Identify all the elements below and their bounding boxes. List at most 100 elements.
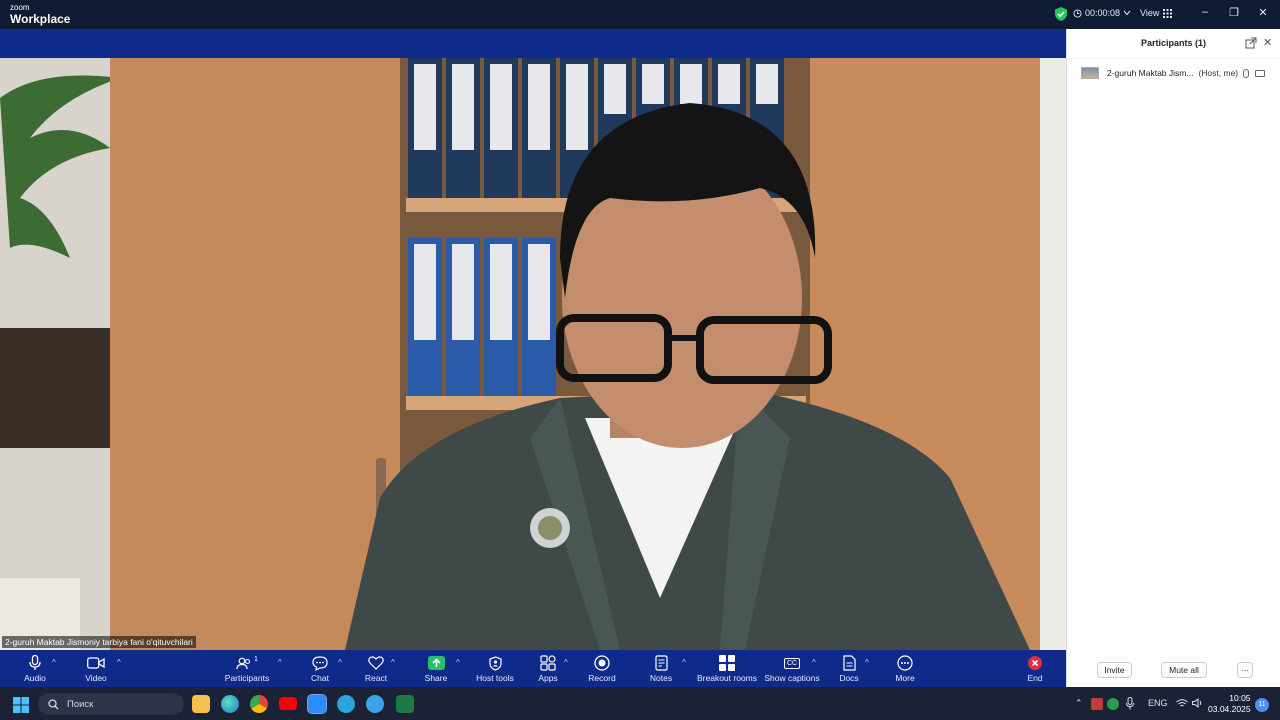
video-options-caret[interactable]: ^ xyxy=(117,658,121,667)
react-button[interactable]: React xyxy=(362,650,390,687)
end-meeting-button[interactable]: End xyxy=(1022,650,1048,687)
chat-options-caret[interactable]: ^ xyxy=(338,658,342,667)
timer-value: 00:00:08 xyxy=(1085,8,1121,18)
windows-taskbar: Поиск ⌃ ENG 10:05 03.04.2025 11 xyxy=(0,687,1280,720)
popout-icon[interactable] xyxy=(1245,37,1257,49)
breakout-rooms-label: Breakout rooms xyxy=(697,673,757,683)
video-button[interactable]: Video xyxy=(80,650,112,687)
tray-app-icon[interactable] xyxy=(1091,698,1103,710)
tray-overflow-icon[interactable]: ⌃ xyxy=(1075,698,1083,709)
notification-badge[interactable]: 11 xyxy=(1255,698,1269,712)
end-label: End xyxy=(1027,673,1043,683)
restore-button[interactable]: ❐ xyxy=(1227,6,1241,19)
meeting-toolbar: Audio ^ Video ^ 1 Participants ^ Chat ^ … xyxy=(0,650,1066,687)
record-icon xyxy=(594,655,610,671)
more-button[interactable]: More xyxy=(890,650,920,687)
chrome-icon[interactable] xyxy=(250,695,268,713)
audio-label: Audio xyxy=(24,673,46,683)
mic-tray-icon[interactable] xyxy=(1126,697,1134,710)
participant-name-tag: 2-guruh Maktab Jismoniy tarbiya fani o'q… xyxy=(2,636,196,648)
clock-date: 03.04.2025 xyxy=(1208,704,1251,714)
security-shield-icon[interactable] xyxy=(1055,7,1067,21)
title-bar: zoom Workplace 00:00:08 View – ❐ ✕ xyxy=(0,0,1280,29)
notes-button[interactable]: Notes xyxy=(646,650,676,687)
shield-icon xyxy=(488,655,502,671)
chat-icon xyxy=(312,655,328,671)
search-icon xyxy=(48,698,59,709)
close-panel-button[interactable]: ✕ xyxy=(1263,36,1272,49)
panel-more-button[interactable]: ··· xyxy=(1237,662,1253,678)
clock-time: 10:05 xyxy=(1229,693,1251,703)
record-button[interactable]: Record xyxy=(586,650,618,687)
chevron-down-icon xyxy=(1123,10,1131,16)
taskbar-clock[interactable]: 10:05 03.04.2025 xyxy=(1208,693,1251,715)
youtube-icon[interactable] xyxy=(279,697,297,710)
host-tools-button[interactable]: Host tools xyxy=(472,650,518,687)
camera-icon[interactable] xyxy=(1255,69,1266,77)
chat-button[interactable]: Chat xyxy=(306,650,334,687)
windows-start-icon[interactable] xyxy=(13,697,29,713)
camera-icon xyxy=(87,657,105,669)
invite-button[interactable]: Invite xyxy=(1097,662,1132,678)
mic-icon xyxy=(29,655,41,670)
show-captions-label: Show captions xyxy=(764,673,820,683)
show-captions-button[interactable]: CC Show captions xyxy=(764,650,820,687)
clock-icon xyxy=(1073,8,1082,18)
avatar xyxy=(1081,67,1099,79)
docs-button[interactable]: Docs xyxy=(836,650,862,687)
volume-icon[interactable] xyxy=(1192,698,1203,708)
apps-button[interactable]: Apps xyxy=(534,650,562,687)
breakout-rooms-button[interactable]: Breakout rooms xyxy=(697,650,757,687)
taskbar-search[interactable]: Поиск xyxy=(38,693,184,715)
tray-sync-icon[interactable] xyxy=(1107,698,1119,710)
participant-row[interactable]: 2-guruh Maktab Jism... (Host, me) xyxy=(1081,66,1276,80)
video-tile[interactable]: 2-guruh Maktab Jismoniy tarbiya fani o'q… xyxy=(0,58,1066,650)
meeting-top-bar xyxy=(0,29,1066,58)
notes-label: Notes xyxy=(649,673,673,683)
participants-button[interactable]: 1 Participants xyxy=(222,650,272,687)
wifi-icon[interactable] xyxy=(1176,699,1188,708)
docs-label: Docs xyxy=(839,673,859,683)
participants-panel: Participants (1) ✕ 2-guruh Maktab Jism..… xyxy=(1066,29,1280,687)
participants-count: 1 xyxy=(254,655,258,663)
share-options-caret[interactable]: ^ xyxy=(456,658,460,667)
audio-options-caret[interactable]: ^ xyxy=(52,658,56,667)
notes-options-caret[interactable]: ^ xyxy=(682,658,686,667)
apps-options-caret[interactable]: ^ xyxy=(564,658,568,667)
language-indicator[interactable]: ENG xyxy=(1148,698,1168,708)
file-explorer-icon[interactable] xyxy=(192,695,210,713)
captions-options-caret[interactable]: ^ xyxy=(812,658,816,667)
react-label: React xyxy=(364,673,388,683)
share-button[interactable]: Share xyxy=(422,650,450,687)
search-placeholder: Поиск xyxy=(67,698,94,710)
participants-options-caret[interactable]: ^ xyxy=(278,658,282,667)
excel-icon[interactable] xyxy=(396,695,414,713)
more-dots-icon xyxy=(897,655,913,671)
heart-icon xyxy=(368,656,384,670)
more-label: More xyxy=(895,673,915,683)
end-icon xyxy=(1028,656,1042,670)
docs-options-caret[interactable]: ^ xyxy=(865,658,869,667)
audio-button[interactable]: Audio xyxy=(20,650,50,687)
react-options-caret[interactable]: ^ xyxy=(391,658,395,667)
view-button[interactable]: View xyxy=(1140,8,1173,18)
participant-video-feed xyxy=(0,58,1066,650)
apps-icon xyxy=(540,655,556,671)
close-window-button[interactable]: ✕ xyxy=(1256,6,1270,19)
grid-view-icon xyxy=(1163,8,1173,18)
participant-role: (Host, me) xyxy=(1198,68,1239,78)
minimize-button[interactable]: – xyxy=(1198,6,1212,18)
participant-name: 2-guruh Maktab Jism... xyxy=(1107,68,1194,78)
participants-label: Participants xyxy=(224,673,270,683)
participants-panel-header: Participants (1) ✕ xyxy=(1067,29,1280,59)
telegram-icon[interactable] xyxy=(337,695,355,713)
edge-browser-icon[interactable] xyxy=(221,695,239,713)
telegram-desktop-icon[interactable] xyxy=(366,695,384,713)
zoom-taskbar-icon[interactable] xyxy=(307,694,327,714)
meeting-timer[interactable]: 00:00:08 xyxy=(1073,8,1131,18)
host-tools-label: Host tools xyxy=(476,673,514,683)
mic-icon[interactable] xyxy=(1243,68,1250,78)
brand-small: zoom xyxy=(10,3,30,12)
mute-all-button[interactable]: Mute all xyxy=(1161,662,1207,678)
cc-icon: CC xyxy=(783,657,801,669)
